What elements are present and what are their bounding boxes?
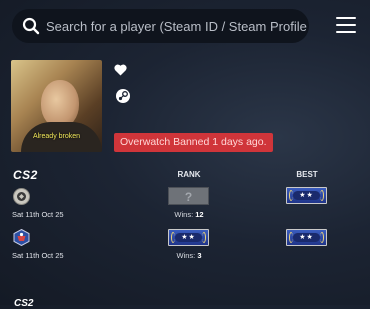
avatar: Already broken [11, 60, 102, 152]
search-bar[interactable] [12, 9, 309, 43]
best-column-header: BEST [296, 170, 318, 179]
steam-icon[interactable] [116, 89, 130, 103]
wins-count: Wins: 3 [176, 251, 202, 260]
row-date: Sat 11th Oct 25 [12, 251, 64, 260]
heart-icon[interactable] [114, 64, 127, 76]
rank-badge: ★★ [168, 229, 209, 246]
search-input[interactable] [46, 9, 308, 43]
search-icon [22, 17, 40, 35]
competitive-icon [13, 229, 30, 246]
avatar-caption: Already broken [32, 133, 81, 140]
top-bar [0, 0, 370, 50]
hamburger-menu-icon[interactable] [336, 17, 356, 33]
section-logo: CS2 [14, 298, 34, 309]
best-rank-badge: ★★ [286, 187, 327, 204]
rank-unknown-badge: ? [168, 187, 209, 205]
wins-count: Wins: 12 [174, 210, 204, 219]
cs2-logo: CS2 [13, 168, 38, 182]
rank-column-header: RANK [177, 170, 201, 179]
best-rank-badge: ★★ [286, 229, 327, 246]
row-date: Sat 11th Oct 25 [12, 210, 64, 219]
overwatch-ban-badge: Overwatch Banned 1 days ago. [114, 133, 273, 152]
premier-icon [13, 188, 30, 205]
